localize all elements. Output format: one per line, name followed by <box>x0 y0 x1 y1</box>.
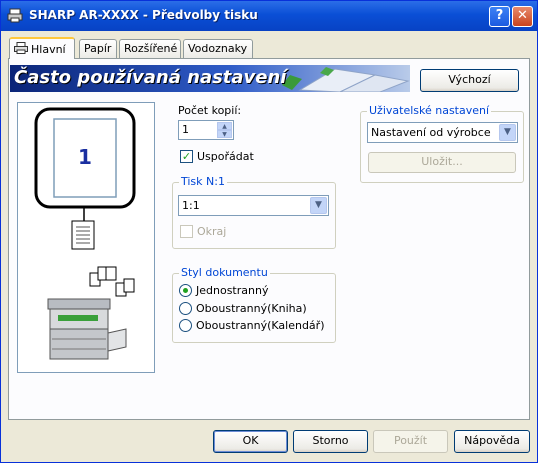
title-bar[interactable]: SHARP AR-XXXX - Předvolby tisku ? ✕ <box>1 1 537 31</box>
print-preferences-window: SHARP AR-XXXX - Předvolby tisku ? ✕ Hlav… <box>0 0 538 463</box>
default-button[interactable]: Výchozí <box>420 69 519 92</box>
help-button-label: Nápověda <box>464 434 520 447</box>
sheets-icon <box>89 266 135 297</box>
chevron-down-icon: ▼ <box>310 197 327 214</box>
tab-paper-label: Papír <box>84 42 112 55</box>
collate-checkbox[interactable]: ✓ <box>180 150 193 163</box>
cancel-button-label: Storno <box>312 434 349 447</box>
tab-watermarks[interactable]: Vodoznaky <box>183 39 253 58</box>
cancel-button[interactable]: Storno <box>293 430 368 453</box>
help-button[interactable]: Nápověda <box>454 430 530 453</box>
ok-button-label: OK <box>242 434 259 447</box>
nup-select[interactable]: 1:1 ▼ <box>178 195 329 216</box>
spin-down-icon[interactable]: ▼ <box>217 130 232 138</box>
help-title-button[interactable]: ? <box>489 6 510 27</box>
radio-simplex-label: Jednostranný <box>196 284 269 297</box>
tab-paper[interactable]: Papír <box>79 39 117 58</box>
radio-duplex-calendar[interactable] <box>179 319 192 332</box>
tab-advanced-label: Rozšířené <box>124 42 178 55</box>
border-label: Okraj <box>197 225 227 238</box>
preview-page-number: 1 <box>78 145 92 169</box>
tab-watermarks-label: Vodoznaky <box>188 42 248 55</box>
chevron-down-icon: ▼ <box>499 124 516 141</box>
radio-duplex-calendar-label: Oboustranný(Kalendář) <box>196 319 325 332</box>
banner-graphic <box>282 67 410 92</box>
user-settings-group-title: Uživatelské nastavení <box>367 104 492 117</box>
copies-label: Počet kopií: <box>178 104 242 117</box>
apply-button[interactable]: Použít <box>373 430 448 453</box>
printer-small-icon <box>14 42 28 54</box>
banner-title: Často používaná nastavení <box>14 67 287 88</box>
save-button[interactable]: Uložit... <box>368 152 516 173</box>
copier-icon <box>47 298 127 360</box>
copies-value: 1 <box>182 123 189 136</box>
radio-duplex-book-label: Oboustranný(Kniha) <box>196 302 307 315</box>
layout-preview-graphic <box>34 107 136 360</box>
radio-simplex[interactable] <box>179 284 192 297</box>
doc-style-group-title: Styl dokumentu <box>179 266 270 279</box>
close-button[interactable]: ✕ <box>512 6 533 27</box>
user-settings-value: Nastavení od výrobce <box>371 126 491 139</box>
banner: Často používaná nastavení <box>10 65 410 92</box>
ok-button[interactable]: OK <box>213 430 288 453</box>
preview-area: 1 <box>17 102 155 373</box>
tab-main-label: Hlavní <box>31 43 66 56</box>
radio-duplex-book[interactable] <box>179 302 192 315</box>
nup-value: 1:1 <box>182 199 200 212</box>
copies-spinner[interactable]: 1 ▲ ▼ <box>178 120 234 140</box>
tab-advanced[interactable]: Rozšířené <box>119 39 181 58</box>
user-settings-select[interactable]: Nastavení od výrobce ▼ <box>367 122 518 143</box>
default-button-label: Výchozí <box>448 73 491 86</box>
apply-button-label: Použít <box>393 434 428 447</box>
tab-main[interactable]: Hlavní <box>9 37 75 59</box>
printer-icon <box>7 8 23 23</box>
save-button-label: Uložit... <box>421 155 463 168</box>
collate-label: Uspořádat <box>197 150 254 163</box>
border-checkbox[interactable] <box>180 225 193 238</box>
spin-up-icon[interactable]: ▲ <box>217 122 232 130</box>
window-title: SHARP AR-XXXX - Předvolby tisku <box>29 8 258 22</box>
nup-group-title: Tisk N:1 <box>179 175 227 188</box>
